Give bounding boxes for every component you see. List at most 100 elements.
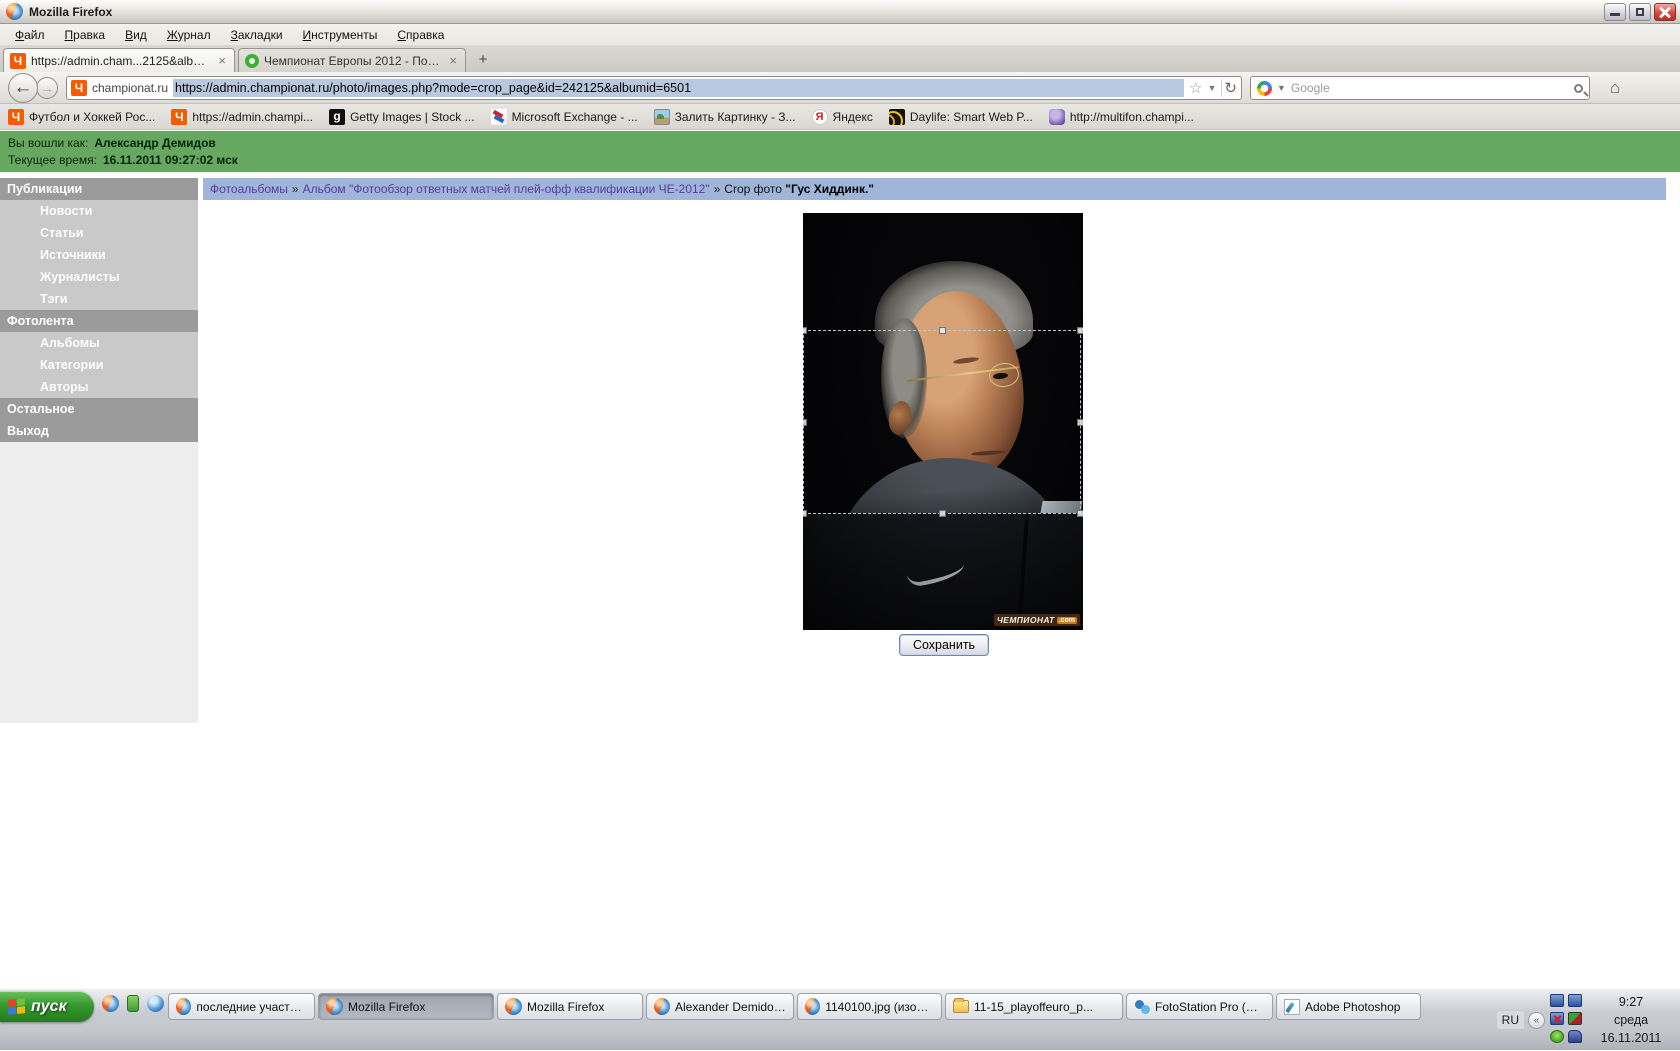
sidebar-item-articles[interactable]: Статьи: [0, 222, 198, 244]
breadcrumb-link-photoalbums[interactable]: Фотоальбомы: [210, 182, 288, 196]
sidebar-section-publications[interactable]: Публикации: [0, 178, 198, 200]
bookmark-getty-images[interactable]: g Getty Images | Stock ...: [329, 108, 475, 125]
menu-edit[interactable]: Правка: [56, 26, 115, 44]
crop-handle-top-middle[interactable]: [939, 327, 946, 334]
menu-bookmarks[interactable]: Закладки: [222, 26, 292, 44]
search-icon[interactable]: [1574, 83, 1583, 93]
task-alexander-demidov[interactable]: Alexander Demidov ...: [646, 993, 794, 1020]
photo-guus-hiddink: ЧЕМПИОНАТ .com: [803, 213, 1083, 630]
crop-handle-top-left[interactable]: [803, 327, 807, 334]
forward-button[interactable]: →: [36, 77, 58, 99]
time-label: Текущее время:: [8, 153, 97, 167]
sidebar-item-authors[interactable]: Авторы: [0, 376, 198, 398]
bookmark-daylife[interactable]: Daylife: Smart Web P...: [888, 108, 1033, 125]
tab-admin-championat[interactable]: Ч https://admin.cham...2125&albumid=6501…: [3, 48, 235, 72]
tab-close-icon[interactable]: ×: [447, 53, 459, 68]
login-name: Александр Демидов: [94, 136, 216, 150]
firefox-quicklaunch-icon[interactable]: [102, 995, 119, 1012]
system-tray: RU « 9:27 среда 16.11.2011: [1496, 989, 1680, 1051]
windows-logo-icon: [8, 998, 25, 1015]
start-button[interactable]: пуск: [0, 991, 94, 1022]
crop-selection[interactable]: [803, 327, 1083, 517]
bookmarks-toolbar: Ч Футбол и Хоккей Рос... Чhttps://admin.c…: [0, 104, 1680, 130]
crop-handle-bottom-right[interactable]: [1077, 510, 1083, 517]
phone-quicklaunch-icon[interactable]: [127, 995, 139, 1012]
sidebar-item-logout[interactable]: Выход: [0, 420, 198, 442]
crop-handle-middle-left[interactable]: [803, 419, 807, 426]
breadcrumb-crop-label: Crop фото: [724, 182, 786, 196]
network-disconnected-icon[interactable]: [1550, 1012, 1564, 1025]
bookmark-football-hockey[interactable]: Ч Футбол и Хоккей Рос...: [8, 108, 155, 125]
menu-bar: Файл Правка Вид Журнал Закладки Инструме…: [0, 24, 1680, 45]
new-tab-button[interactable]: +: [472, 50, 494, 70]
championat-favicon: Ч: [71, 80, 87, 96]
messenger-icon[interactable]: [1550, 1030, 1564, 1043]
sidebar-item-categories[interactable]: Категории: [0, 354, 198, 376]
task-mozilla-firefox[interactable]: Mozilla Firefox: [497, 993, 643, 1020]
menu-history[interactable]: Журнал: [158, 26, 220, 44]
back-button[interactable]: ←: [8, 73, 38, 103]
bookmark-admin-championat[interactable]: Чhttps://admin.champi...: [171, 108, 313, 125]
save-button[interactable]: Сохранить: [899, 634, 989, 656]
taskbar-clock[interactable]: 9:27 среда 16.11.2011: [1592, 993, 1670, 1047]
menu-view[interactable]: Вид: [116, 26, 156, 44]
bookmark-ms-exchange[interactable]: Microsoft Exchange - ...: [490, 108, 638, 125]
vehicle-icon[interactable]: [1568, 1030, 1582, 1043]
sidebar-section-photofeed[interactable]: Фотолента: [0, 310, 198, 332]
crop-handle-bottom-left[interactable]: [803, 510, 807, 517]
crop-handle-bottom-middle[interactable]: [939, 510, 946, 517]
firefox-icon: [326, 998, 343, 1015]
admin-sidebar: Публикации Новости Статьи Источники Журн…: [0, 178, 198, 442]
bookmark-star-icon[interactable]: ☆: [1189, 79, 1202, 97]
search-box[interactable]: ▼ Google: [1250, 76, 1590, 100]
sidebar-background: [0, 442, 198, 723]
bookmark-yandex[interactable]: Я Яндекс: [811, 108, 873, 125]
exchange-icon: [490, 108, 507, 125]
watermark: ЧЕМПИОНАТ .com: [993, 614, 1080, 626]
search-engine-dropdown-icon[interactable]: ▼: [1277, 83, 1286, 93]
sidebar-section-other[interactable]: Остальное: [0, 398, 198, 420]
sidebar-item-albums[interactable]: Альбомы: [0, 332, 198, 354]
url-input[interactable]: https://admin.championat.ru/photo/images…: [173, 79, 1185, 97]
search-input[interactable]: Google: [1291, 81, 1569, 95]
network-icon[interactable]: [1550, 994, 1564, 1007]
urlbar-dropdown-icon[interactable]: ▼: [1208, 83, 1217, 93]
menu-file[interactable]: Файл: [6, 26, 54, 44]
sidebar-item-sources[interactable]: Источники: [0, 244, 198, 266]
bookmark-upload-image[interactable]: Залить Картинку - З...: [653, 108, 796, 125]
close-button[interactable]: [1654, 3, 1676, 21]
task-mozilla-firefox-active[interactable]: Mozilla Firefox: [318, 993, 494, 1020]
tray-chevron-button[interactable]: «: [1528, 1011, 1545, 1029]
menu-tools[interactable]: Инструменты: [294, 26, 387, 44]
url-bar[interactable]: Ч championat.ru https://admin.championat…: [66, 76, 1242, 100]
crop-handle-middle-right[interactable]: [1077, 419, 1083, 426]
bookmark-multifon[interactable]: http://multifon.champi...: [1048, 108, 1194, 125]
menu-help[interactable]: Справка: [388, 26, 453, 44]
task-fotostation[interactable]: FotoStation Pro (RED...: [1126, 993, 1273, 1020]
daylife-icon: [888, 108, 905, 125]
restore-button[interactable]: [1629, 3, 1651, 21]
tab-close-icon[interactable]: ×: [216, 53, 228, 68]
task-image-jpg[interactable]: 1140100.jpg (изобра...: [797, 993, 942, 1020]
clock-time: 9:27: [1618, 995, 1644, 1009]
home-button[interactable]: ⌂: [1602, 75, 1628, 101]
breadcrumb-link-album[interactable]: Альбом "Фотообзор ответных матчей плей-о…: [303, 182, 710, 196]
crop-handle-top-right[interactable]: [1077, 327, 1083, 334]
tab-championat-euro[interactable]: Чемпионат Европы 2012 - Португалия ... ×: [238, 48, 466, 72]
navigation-toolbar: ← → Ч championat.ru https://admin.champi…: [0, 72, 1680, 104]
reload-icon[interactable]: ↻: [1221, 79, 1237, 97]
sidebar-item-tags[interactable]: Тэги: [0, 288, 198, 310]
network-icon-2[interactable]: [1568, 994, 1582, 1007]
sidebar-item-journalists[interactable]: Журналисты: [0, 266, 198, 288]
task-folder-playoffeuro[interactable]: 11-15_playoffeuro_p...: [945, 993, 1123, 1020]
browser-quicklaunch-icon[interactable]: [147, 995, 164, 1012]
breadcrumb: Фотоальбомы» Альбом "Фотообзор ответных м…: [203, 178, 1666, 200]
antivirus-icon[interactable]: [1568, 1012, 1582, 1025]
sidebar-item-news[interactable]: Новости: [0, 200, 198, 222]
task-photoshop[interactable]: Adobe Photoshop: [1276, 993, 1421, 1020]
task-last-participants[interactable]: последние участник...: [168, 993, 315, 1020]
window-title: Mozilla Firefox: [29, 4, 113, 19]
language-indicator[interactable]: RU: [1496, 1011, 1524, 1029]
minimize-button[interactable]: [1604, 3, 1626, 21]
current-time: 16.11.2011 09:27:02 мск: [102, 153, 238, 167]
